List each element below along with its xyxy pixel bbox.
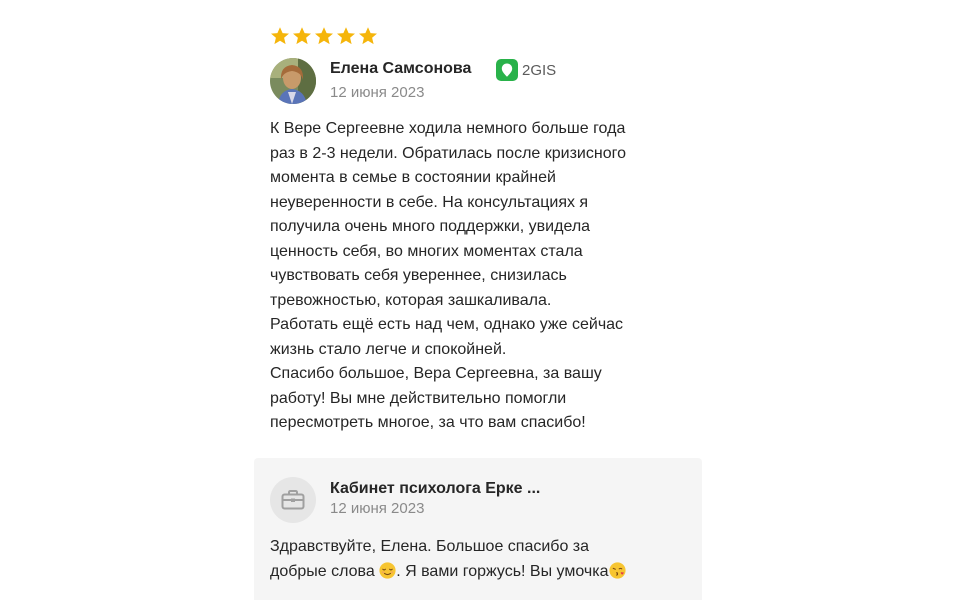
review-text-line: момента в семье в состоянии крайней — [270, 169, 556, 186]
reply-date: 12 июня 2023 — [330, 500, 425, 517]
review-text-line: раз в 2-3 недели. Обратилась после кризи… — [270, 144, 626, 162]
star-icon — [270, 26, 290, 46]
review-card: Елена Самсонова 2GIS 12 июня 2023 К Вере… — [270, 22, 702, 431]
review-text-line: получила очень много поддержки, увидела — [270, 218, 591, 235]
2gis-logo-icon — [496, 59, 518, 81]
reply-text-fragment: . Я вами горжусь! Вы умочка — [396, 562, 609, 580]
review-text: К Вере Сергеевне ходила немного больше г… — [270, 117, 690, 436]
owner-reply: Кабинет психолога Ерке ... 12 июня 2023 … — [254, 458, 702, 600]
user-avatar[interactable] — [270, 58, 316, 104]
review-author-row: Елена Самсонова 2GIS 12 июня 2023 — [270, 58, 702, 106]
review-text-line: К Вере Сергеевне ходила немного больше г… — [270, 120, 626, 137]
reply-text-line: Здравствуйте, Елена. Большое спасибо за — [270, 538, 590, 555]
review-text-line: жизнь стало легче и спокойней. — [270, 340, 507, 358]
review-text-line: Работать ещё есть над чем, однако уже се… — [270, 316, 624, 333]
reply-author-name[interactable]: Кабинет психолога Ерке ... — [330, 480, 540, 498]
review-text-line: ценность себя, во многих моментах стала — [270, 242, 583, 260]
briefcase-icon — [281, 490, 305, 510]
rating-stars — [270, 22, 702, 50]
star-icon — [292, 26, 312, 46]
star-icon — [358, 26, 378, 46]
relieved-face-emoji-icon — [379, 561, 396, 579]
review-date: 12 июня 2023 — [330, 84, 425, 101]
review-source-label: 2GIS — [522, 61, 557, 79]
face-blowing-kiss-emoji-icon — [608, 561, 626, 579]
review-text-line: Спасибо большое, Вера Сергеевна, за вашу — [270, 365, 602, 382]
review-text-line: тревожностью, которая зашкаливала. — [270, 291, 552, 309]
review-author-name[interactable]: Елена Самсонова — [330, 60, 471, 78]
reply-text-fragment: добрые слова — [270, 562, 380, 580]
reply-text-line: добрые слова . Я вами горжусь! Вы умочка — [270, 560, 690, 585]
reply-text: Здравствуйте, Елена. Большое спасибо за … — [270, 535, 690, 584]
review-text-line: работу! Вы мне действительно помогли — [270, 389, 567, 407]
star-icon — [314, 26, 334, 46]
review-text-line: пересмотреть многое, за что вам спасибо! — [270, 414, 586, 431]
user-photo-avatar — [270, 58, 316, 104]
star-icon — [336, 26, 356, 46]
review-text-line: неуверенности в себе. На консультациях я — [270, 193, 589, 211]
reply-avatar — [270, 477, 316, 523]
review-text-line: чувствовать себя увереннее, снизилась — [270, 267, 567, 284]
review-source: 2GIS — [496, 58, 556, 82]
